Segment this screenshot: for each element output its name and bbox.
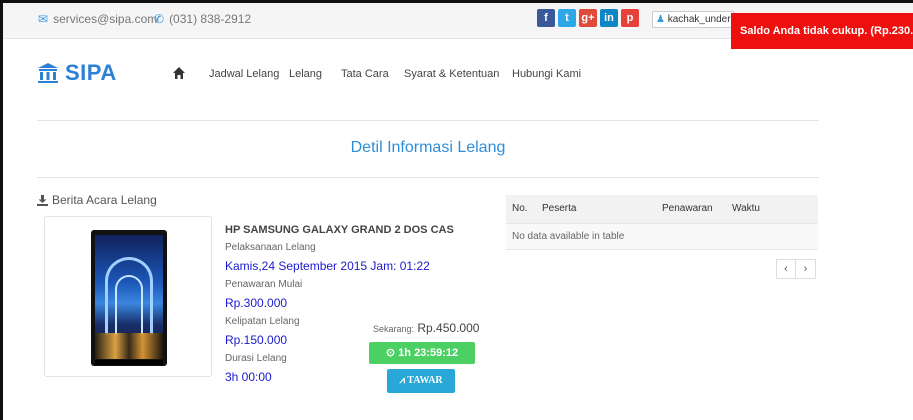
column-header-waktu[interactable]: Waktu xyxy=(726,195,818,224)
phone-screen xyxy=(95,235,163,359)
download-icon xyxy=(37,194,48,206)
empty-table-message: No data available in table xyxy=(506,223,818,250)
product-title: HP SAMSUNG GALAXY GRAND 2 DOS CAS xyxy=(225,224,454,236)
envelope-icon: ✉ xyxy=(38,12,49,26)
field-value: Rp.300.000 xyxy=(225,296,288,310)
phone-photo xyxy=(91,230,167,366)
bank-icon xyxy=(38,63,58,83)
countdown-timer: ⊙ 1h 23:59:12 xyxy=(369,342,475,364)
nav-hubungi-kami[interactable]: Hubungi Kami xyxy=(512,68,581,80)
facebook-icon[interactable]: f xyxy=(537,9,555,27)
city-lights xyxy=(95,333,163,359)
brand-name: SIPA xyxy=(65,60,117,85)
bid-button-label: TAWAR xyxy=(407,375,443,386)
trend-icon: ⩘ xyxy=(399,375,405,386)
twitter-icon[interactable]: t xyxy=(558,9,576,27)
user-icon: ♟ xyxy=(656,14,665,25)
divider xyxy=(37,120,819,121)
prev-page-button[interactable]: ‹ xyxy=(776,259,796,279)
column-header-no[interactable]: No. xyxy=(506,195,536,224)
nav-tata-cara[interactable]: Tata Cara xyxy=(341,68,389,80)
field-label: Penawaran Mulai xyxy=(225,279,303,290)
bids-table: No. Peserta Penawaran Waktu No data avai… xyxy=(506,195,818,250)
field-value: Kamis,24 September 2015 Jam: 01:22 xyxy=(225,259,430,273)
nav-jadwal-lelang[interactable]: Jadwal Lelang xyxy=(209,68,279,80)
field-label: Kelipatan Lelang xyxy=(225,316,300,327)
nav-lelang[interactable]: Lelang xyxy=(289,68,322,80)
next-page-button[interactable]: › xyxy=(796,259,816,279)
phone-text: (031) 838-2912 xyxy=(169,12,252,26)
field-label: Durasi Lelang xyxy=(225,353,287,364)
user-menu[interactable]: ♟ kachak_under xyxy=(652,11,734,28)
current-bid-value: Rp.450.000 xyxy=(417,321,480,335)
current-bid: Sekarang: Rp.450.000 xyxy=(373,321,479,335)
clock-icon: ⊙ xyxy=(385,347,396,359)
username: kachak_under xyxy=(667,14,731,25)
column-header-peserta[interactable]: Peserta xyxy=(536,195,656,224)
column-header-penawaran[interactable]: Penawaran xyxy=(656,195,726,224)
contact-email[interactable]: ✉ services@sipa.com xyxy=(38,12,157,26)
email-text: services@sipa.com xyxy=(53,12,158,26)
balance-alert: Saldo Anda tidak cukup. (Rp.230.750) xyxy=(731,13,913,49)
phone-icon: ✆ xyxy=(154,12,165,26)
pagination: ‹ › xyxy=(776,259,816,279)
page-title: Detil Informasi Lelang xyxy=(350,139,506,156)
linkedin-icon[interactable]: in xyxy=(600,9,618,27)
google-plus-icon[interactable]: g+ xyxy=(579,9,597,27)
field-value: 3h 00:00 xyxy=(225,370,272,384)
section-label: Berita Acara Lelang xyxy=(52,193,157,207)
section-heading: Berita Acara Lelang xyxy=(37,193,157,207)
home-icon[interactable] xyxy=(172,66,186,80)
contact-phone[interactable]: ✆ (031) 838-2912 xyxy=(154,12,251,26)
table-row: No data available in table xyxy=(506,223,818,250)
brand-logo[interactable]: SIPA xyxy=(37,60,117,86)
table-header-row: No. Peserta Penawaran Waktu xyxy=(506,195,818,224)
divider xyxy=(37,177,819,178)
soft-keys xyxy=(95,360,163,365)
pinterest-icon[interactable]: p xyxy=(621,9,639,27)
field-label: Pelaksanaan Lelang xyxy=(225,242,316,253)
timer-text: 1h 23:59:12 xyxy=(398,347,459,359)
bid-button[interactable]: ⩘ TAWAR xyxy=(387,369,455,393)
product-image[interactable] xyxy=(44,216,212,377)
nav-syarat-ketentuan[interactable]: Syarat & Ketentuan xyxy=(404,68,499,80)
field-value: Rp.150.000 xyxy=(225,333,288,347)
bridge-arch-inner xyxy=(115,275,143,335)
social-links: f t g+ in p xyxy=(537,9,639,27)
current-bid-label: Sekarang: xyxy=(373,324,415,334)
